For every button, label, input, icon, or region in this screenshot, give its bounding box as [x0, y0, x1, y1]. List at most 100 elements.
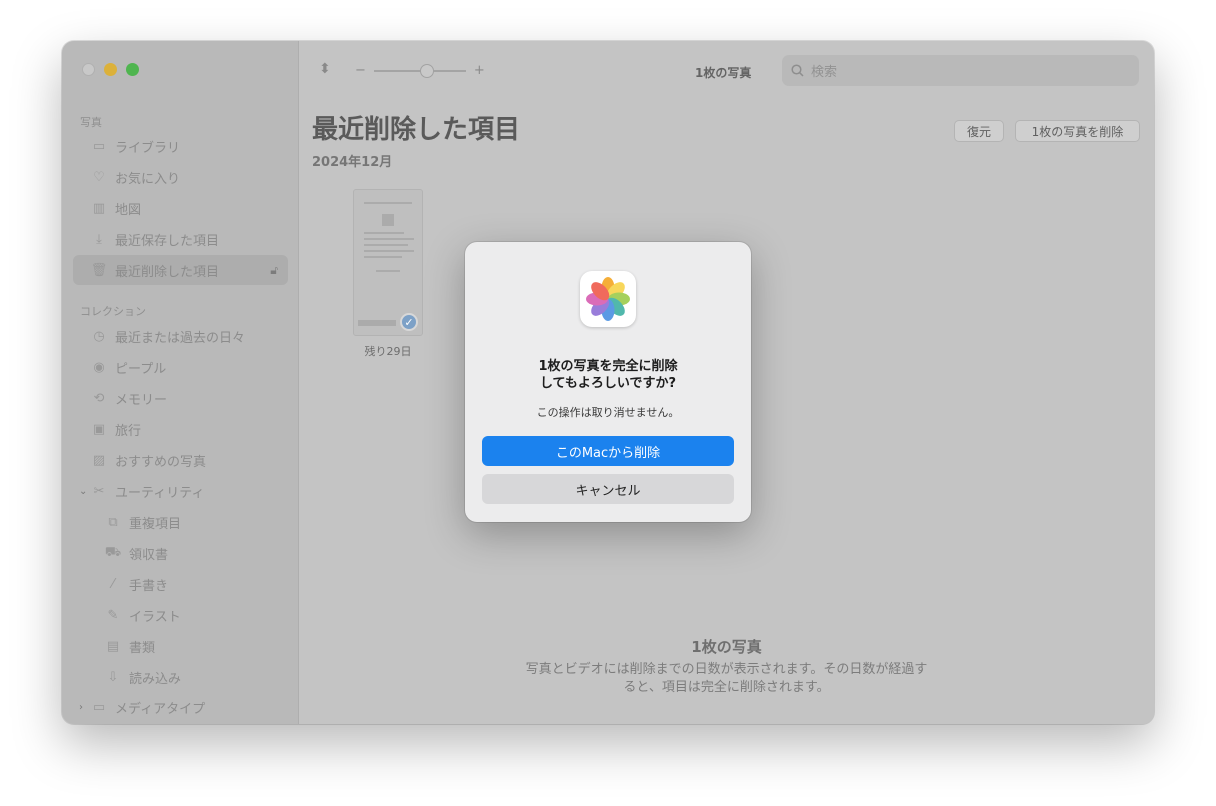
- zoom-knob[interactable]: [419, 63, 434, 78]
- sidebar-item-label: メディアタイプ: [115, 701, 206, 717]
- dialog-title-line: 1枚の写真を完全に削除: [538, 359, 678, 374]
- search-field[interactable]: 検索: [782, 55, 1139, 86]
- dialog-title: 1枚の写真を完全に削除 してもよろしいですか?: [485, 358, 731, 392]
- sidebar-item-people[interactable]: ◉ ピープル: [73, 352, 288, 382]
- sidebar-item-label: お気に入り: [115, 171, 181, 187]
- thumb-line: [364, 202, 412, 204]
- library-icon: ▭: [92, 138, 106, 154]
- sidebar-item-label: ピープル: [115, 361, 167, 377]
- footer-line: 写真とビデオには削除までの日数が表示されます。その日数が経過す: [525, 662, 928, 677]
- import-icon: ⇩: [107, 669, 119, 685]
- sidebar-item-media-types[interactable]: › ▭ メディアタイプ: [73, 692, 288, 722]
- delete-confirmation-dialog: 1枚の写真を完全に削除 してもよろしいですか? この操作は取り消せません。 この…: [465, 242, 751, 522]
- photo-thumbnail[interactable]: ✓: [353, 189, 423, 336]
- sidebar-item-library[interactable]: ▭ ライブラリ: [73, 131, 288, 161]
- thumb-line: [364, 256, 402, 258]
- zoom-slider[interactable]: − +: [355, 63, 485, 78]
- checkmark-icon: ✓: [400, 313, 418, 331]
- sidebar-item-label: メモリー: [115, 392, 168, 408]
- sidebar-item-recently-saved[interactable]: ⤓ 最近保存した項目: [73, 224, 288, 254]
- zoom-in-icon[interactable]: +: [474, 63, 485, 78]
- footer-line: ると、項目は完全に削除されます。: [623, 680, 830, 695]
- sidebar-item-imports[interactable]: ⇩ 読み込み: [73, 662, 288, 692]
- zoom-out-icon[interactable]: −: [355, 63, 366, 78]
- thumb-line: [364, 238, 414, 240]
- photo-count: 1枚の写真: [695, 66, 752, 80]
- sidebar-item-label: ユーティリティ: [115, 485, 205, 501]
- pen-icon: ⁄: [111, 576, 115, 592]
- delete-from-mac-button[interactable]: このMacから削除: [482, 436, 734, 466]
- sidebar-item-label: 地図: [115, 202, 142, 218]
- sidebar-item-label: 読み込み: [129, 671, 182, 687]
- search-icon: [791, 64, 804, 77]
- dialog-title-line: してもよろしいですか?: [539, 376, 677, 391]
- sidebar-item-label: 最近または過去の日々: [115, 330, 246, 346]
- download-icon: ⤓: [96, 231, 102, 247]
- footer-description: 写真とビデオには削除までの日数が表示されます。その日数が経過す ると、項目は完全…: [299, 661, 1154, 697]
- memories-icon: ⟲: [93, 390, 105, 406]
- sidebar-item-label: イラスト: [129, 609, 181, 625]
- minimize-button[interactable]: [104, 63, 117, 76]
- document-icon: ▤: [106, 638, 120, 654]
- photos-flower-icon: [586, 277, 630, 321]
- dialog-message: この操作は取り消せません。: [536, 406, 680, 419]
- sidebar-item-favorites[interactable]: ♡ お気に入り: [73, 162, 288, 192]
- sidebar-item-receipts[interactable]: ⛟ 領収書: [73, 538, 288, 568]
- chevron-right-icon[interactable]: ›: [79, 702, 83, 713]
- sidebar-item-recently-deleted[interactable]: 🗑︎ 最近削除した項目 🔓︎: [73, 255, 288, 285]
- thumb-line: [364, 244, 408, 246]
- duplicate-icon: ⧉: [108, 514, 118, 530]
- map-icon: ▥: [92, 200, 106, 216]
- thumb-line: [376, 270, 400, 272]
- sidebar-item-documents[interactable]: ▤ 書類: [73, 631, 288, 661]
- suitcase-icon: ▣: [92, 421, 106, 437]
- chevron-down-icon[interactable]: ⌄: [79, 486, 87, 497]
- days-left-label: 残り29日: [364, 345, 412, 358]
- sidebar-item-label: おすすめの写真: [115, 454, 207, 470]
- zoom-track[interactable]: [373, 63, 466, 78]
- search-placeholder: 検索: [811, 65, 838, 80]
- sidebar-item-map[interactable]: ▥ 地図: [73, 193, 288, 223]
- thumb-glyph: [382, 214, 394, 226]
- sidebar-item-illustrations[interactable]: ✎ イラスト: [73, 600, 288, 630]
- section-photos: 写真: [80, 116, 102, 129]
- sidebar: 写真 ▭ ライブラリ ♡ お気に入り ▥ 地図 ⤓ 最近保存した項目 🗑︎ 最近…: [62, 41, 299, 724]
- sidebar-item-label: 領収書: [129, 547, 169, 563]
- folder-icon: ▭: [92, 699, 106, 715]
- sidebar-item-label: 書類: [129, 640, 156, 656]
- sidebar-item-label: 最近削除した項目: [115, 264, 220, 280]
- window-controls: [82, 63, 139, 76]
- restore-button[interactable]: 復元: [954, 120, 1004, 142]
- sidebar-item-duplicates[interactable]: ⧉ 重複項目: [73, 507, 288, 537]
- photos-app-icon: [580, 271, 636, 327]
- date-heading: 2024年12月: [312, 155, 393, 170]
- close-button[interactable]: [82, 63, 95, 76]
- photo-icon: ▨: [92, 452, 106, 468]
- sidebar-item-days[interactable]: ◷ 最近または過去の日々: [73, 321, 288, 351]
- aspect-ratio-icon[interactable]: ⬍: [319, 61, 331, 77]
- delete-all-button[interactable]: 1枚の写真を削除: [1015, 120, 1140, 142]
- unlock-icon[interactable]: 🔓︎: [270, 263, 278, 278]
- sidebar-item-utilities[interactable]: ⌄ ✂ ユーティリティ: [73, 476, 288, 506]
- footer-title: 1枚の写真: [691, 638, 762, 656]
- heart-icon: ♡: [93, 169, 105, 185]
- brush-icon: ✎: [107, 607, 119, 623]
- person-icon: ◉: [93, 359, 105, 375]
- sidebar-item-label: 旅行: [115, 423, 142, 439]
- sidebar-item-handwriting[interactable]: ⁄ 手書き: [73, 569, 288, 599]
- zoom-button[interactable]: [126, 63, 139, 76]
- cancel-button[interactable]: キャンセル: [482, 474, 734, 504]
- sidebar-item-label: 最近保存した項目: [115, 233, 220, 249]
- sidebar-item-label: 重複項目: [129, 516, 182, 532]
- clock-icon: ◷: [93, 328, 105, 344]
- trash-icon: 🗑︎: [90, 262, 108, 278]
- tools-icon: ✂: [93, 483, 105, 499]
- sidebar-item-featured[interactable]: ▨ おすすめの写真: [73, 445, 288, 475]
- sidebar-item-label: ライブラリ: [115, 140, 181, 156]
- cart-icon: ⛟: [104, 544, 122, 560]
- section-collections: コレクション: [80, 305, 146, 318]
- thumb-line: [358, 320, 396, 326]
- thumb-line: [364, 232, 404, 234]
- sidebar-item-trips[interactable]: ▣ 旅行: [73, 414, 288, 444]
- sidebar-item-memories[interactable]: ⟲ メモリー: [73, 383, 288, 413]
